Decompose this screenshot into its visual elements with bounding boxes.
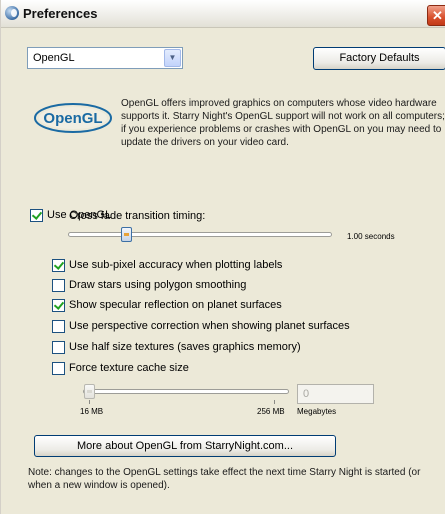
cache-min-tick: [89, 400, 90, 404]
cache-size-slider-track[interactable]: [83, 389, 289, 394]
cross-fade-label-text: Cross fade transition timing:: [69, 210, 206, 222]
opengl-description: OpenGL offers improved graphics on compu…: [121, 98, 445, 148]
chevron-down-icon[interactable]: ▼: [164, 49, 181, 67]
cross-fade-slider-thumb[interactable]: [121, 227, 132, 242]
cache-min-label: 16 MB: [80, 407, 104, 416]
perspective-label: Use perspective correction when showing …: [69, 320, 350, 332]
force-cache-checkbox[interactable]: [52, 362, 65, 375]
specular-checkbox[interactable]: [52, 299, 65, 312]
cache-size-input[interactable]: 0: [297, 384, 374, 404]
cache-max-tick: [274, 400, 275, 404]
opengl-logo-text: OpenGL: [43, 110, 102, 127]
perspective-checkbox[interactable]: [52, 320, 65, 333]
cache-max-label: 256 MB: [257, 407, 285, 416]
sub-pixel-checkbox[interactable]: [52, 259, 65, 272]
polygon-smoothing-label: Draw stars using polygon smoothing: [69, 279, 247, 291]
force-cache-label: Force texture cache size: [69, 362, 189, 374]
window-title: Preferences: [23, 6, 98, 21]
polygon-smoothing-checkbox[interactable]: [52, 279, 65, 292]
close-button[interactable]: ✕: [427, 5, 445, 26]
use-opengl-checkbox[interactable]: [30, 209, 43, 222]
cross-fade-value: 1.00 seconds: [347, 232, 395, 241]
opengl-logo: OpenGL: [34, 103, 112, 133]
half-size-textures-label: Use half size textures (saves graphics m…: [69, 341, 301, 353]
renderer-select-value: OpenGL: [33, 52, 75, 64]
cross-fade-slider-track[interactable]: [68, 232, 332, 237]
settings-note: Note: changes to the OpenGL settings tak…: [28, 467, 421, 491]
cache-size-value: 0: [303, 388, 310, 400]
cache-size-slider-thumb[interactable]: [84, 384, 95, 399]
cache-unit-label: Megabytes: [297, 407, 337, 416]
preferences-window: Preferences ✕ OpenGL ▼ Factory Defaults …: [0, 0, 445, 514]
title-bar[interactable]: Preferences ✕: [1, 0, 445, 28]
starry-night-app-icon: [5, 6, 19, 20]
sub-pixel-label: Use sub-pixel accuracy when plotting lab…: [69, 259, 283, 271]
more-about-opengl-button[interactable]: More about OpenGL from StarryNight.com..…: [34, 435, 336, 457]
half-size-textures-checkbox[interactable]: [52, 341, 65, 354]
renderer-select[interactable]: OpenGL ▼: [27, 47, 183, 69]
factory-defaults-button[interactable]: Factory Defaults: [313, 47, 445, 70]
specular-label: Show specular reflection on planet surfa…: [69, 299, 282, 311]
